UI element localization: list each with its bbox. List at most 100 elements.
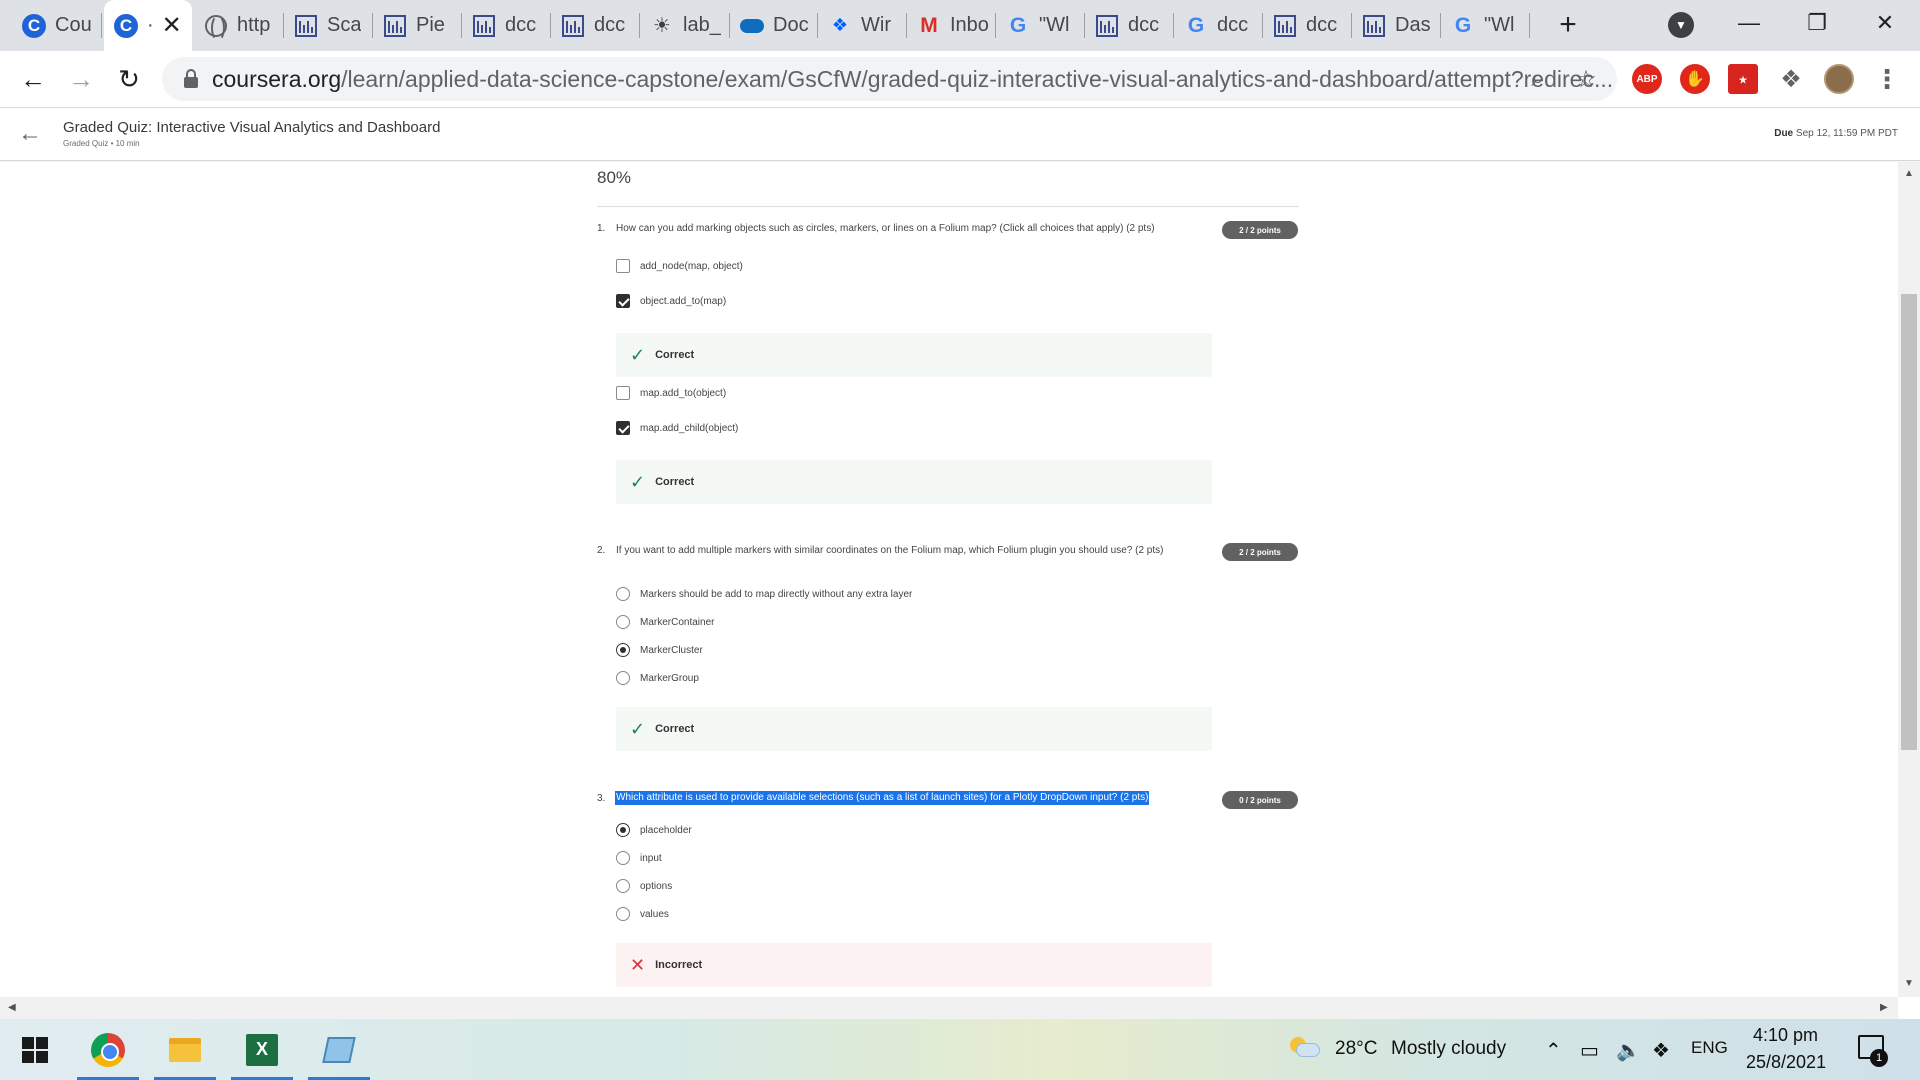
vertical-scrollbar[interactable]: ▲ ▼ [1898, 162, 1920, 997]
weather-condition[interactable]: Mostly cloudy [1391, 1038, 1506, 1060]
new-tab-button[interactable]: + [1549, 6, 1587, 44]
start-button[interactable] [4, 1019, 66, 1080]
taskbar-chrome[interactable] [77, 1019, 139, 1080]
scroll-right-icon[interactable]: ▶ [1880, 1002, 1888, 1013]
weather-temperature[interactable]: 28°C [1335, 1038, 1377, 1060]
scroll-up-icon[interactable]: ▲ [1904, 168, 1914, 179]
answer-option[interactable]: map.add_to(object) [616, 385, 726, 401]
bars-icon [472, 14, 496, 38]
answer-option[interactable]: MarkerGroup [616, 670, 699, 686]
browser-tab[interactable]: M Inbo [907, 0, 996, 51]
clock-date[interactable]: 25/8/2021 [1746, 1052, 1826, 1073]
profile-avatar[interactable] [1824, 64, 1854, 94]
weather-icon[interactable] [1290, 1037, 1320, 1059]
radio-button-selected[interactable] [616, 823, 630, 837]
radio-button[interactable] [616, 879, 630, 893]
extensions-puzzle-icon[interactable]: ❖ [1776, 64, 1806, 94]
horizontal-scrollbar[interactable]: ◀ ▶ [0, 997, 1898, 1019]
clock-time[interactable]: 4:10 pm [1753, 1025, 1818, 1046]
browser-tab[interactable]: dcc [1085, 0, 1174, 51]
back-arrow-icon[interactable]: ← [18, 120, 42, 148]
browser-tab[interactable]: G "Wl [1441, 0, 1530, 51]
close-tab-icon[interactable]: ✕ [162, 11, 182, 40]
dropbox-tray-icon[interactable]: ❖ [1652, 1038, 1670, 1063]
browser-tab[interactable]: Pie [373, 0, 462, 51]
zoom-icon[interactable]: ⌕ [1524, 65, 1552, 93]
browser-tab[interactable]: ☀ lab_ [640, 0, 730, 51]
question-number: 2. [597, 545, 606, 556]
chevron-up-icon[interactable]: ⌃ [1545, 1038, 1562, 1063]
pdf-icon[interactable]: ⭑ [1728, 64, 1758, 94]
battery-icon[interactable]: ▭ [1580, 1038, 1599, 1063]
radio-button[interactable] [616, 851, 630, 865]
restore-icon[interactable]: ❐ [1782, 0, 1852, 46]
browser-tab[interactable]: dcc [1263, 0, 1352, 51]
checkbox-checked[interactable] [616, 421, 630, 435]
browser-tab[interactable]: Doc [730, 0, 818, 51]
speaker-icon[interactable]: 🔈 [1616, 1038, 1641, 1063]
minimize-icon[interactable]: — [1714, 0, 1784, 46]
scroll-left-icon[interactable]: ◀ [8, 1002, 16, 1013]
url-text[interactable]: coursera.org/learn/applied-data-science-… [212, 66, 1613, 93]
answer-option[interactable]: placeholder [616, 822, 692, 838]
answer-option[interactable]: values [616, 906, 669, 922]
answer-option[interactable]: Markers should be add to map directly wi… [616, 586, 912, 602]
answer-option[interactable]: MarkerCluster [616, 642, 703, 658]
answer-option[interactable]: input [616, 850, 662, 866]
option-label: object.add_to(map) [640, 295, 727, 307]
reload-icon[interactable]: ↻ [109, 59, 149, 99]
answer-option[interactable]: object.add_to(map) [616, 293, 726, 309]
answer-option[interactable]: options [616, 878, 672, 894]
radio-button-selected[interactable] [616, 643, 630, 657]
answer-option[interactable]: map.add_child(object) [616, 420, 738, 436]
browser-tab[interactable]: Sca [284, 0, 373, 51]
bookmark-star-icon[interactable]: ☆ [1572, 65, 1600, 93]
lock-icon[interactable] [184, 69, 198, 89]
checkbox-checked[interactable] [616, 294, 630, 308]
bars-icon [561, 14, 585, 38]
taskbar-notepad[interactable] [308, 1019, 370, 1080]
forward-arrow-icon[interactable]: → [61, 59, 101, 99]
browser-toolbar: ← → ↻ coursera.org/learn/applied-data-sc… [0, 51, 1920, 108]
tab-title: Sca [327, 14, 362, 36]
address-bar[interactable]: coursera.org/learn/applied-data-science-… [162, 57, 1617, 101]
tab-title: · [147, 14, 154, 36]
scrollbar-thumb[interactable] [1901, 294, 1917, 750]
stop-hand-icon[interactable]: ✋ [1680, 64, 1710, 94]
option-label: map.add_child(object) [640, 422, 739, 434]
browser-tab[interactable]: ❖ Wir [818, 0, 907, 51]
checkbox[interactable] [616, 259, 630, 273]
taskbar-file-explorer[interactable] [154, 1019, 216, 1080]
question-text: If you want to add multiple markers with… [616, 545, 1164, 556]
browser-tab[interactable]: Das [1352, 0, 1441, 51]
browser-tab[interactable]: C Cou [12, 0, 102, 51]
browser-tab-active[interactable]: C · ✕ [104, 0, 192, 51]
close-window-icon[interactable]: ✕ [1850, 0, 1920, 46]
browser-tab[interactable]: G "Wl [996, 0, 1085, 51]
answer-option[interactable]: add_node(map, object) [616, 258, 743, 274]
browser-tab[interactable]: G dcc [1174, 0, 1263, 51]
option-label: add_node(map, object) [640, 260, 743, 272]
quiz-content: 80% 1. How can you add marking objects s… [0, 162, 1898, 997]
feedback-correct: ✓ Correct [616, 707, 1212, 751]
gmail-icon: M [920, 13, 938, 37]
due-date: Due Sep 12, 11:59 PM PDT [1774, 128, 1898, 139]
browser-tab[interactable]: dcc [551, 0, 640, 51]
radio-button[interactable] [616, 671, 630, 685]
option-label: input [640, 852, 662, 864]
browser-tab[interactable]: http [194, 0, 284, 51]
browser-tab[interactable]: dcc [462, 0, 551, 51]
tab-search-icon[interactable]: ▼ [1668, 12, 1694, 38]
scroll-down-icon[interactable]: ▼ [1904, 978, 1914, 989]
back-arrow-icon[interactable]: ← [13, 59, 53, 99]
language-indicator[interactable]: ENG [1691, 1038, 1728, 1058]
adblock-icon[interactable]: ABP [1632, 64, 1662, 94]
checkbox[interactable] [616, 386, 630, 400]
taskbar-excel[interactable]: X [231, 1019, 293, 1080]
radio-button[interactable] [616, 907, 630, 921]
answer-option[interactable]: MarkerContainer [616, 614, 714, 630]
more-menu-icon[interactable]: ⋮ [1872, 64, 1902, 94]
radio-button[interactable] [616, 615, 630, 629]
radio-button[interactable] [616, 587, 630, 601]
option-label: MarkerContainer [640, 616, 715, 628]
